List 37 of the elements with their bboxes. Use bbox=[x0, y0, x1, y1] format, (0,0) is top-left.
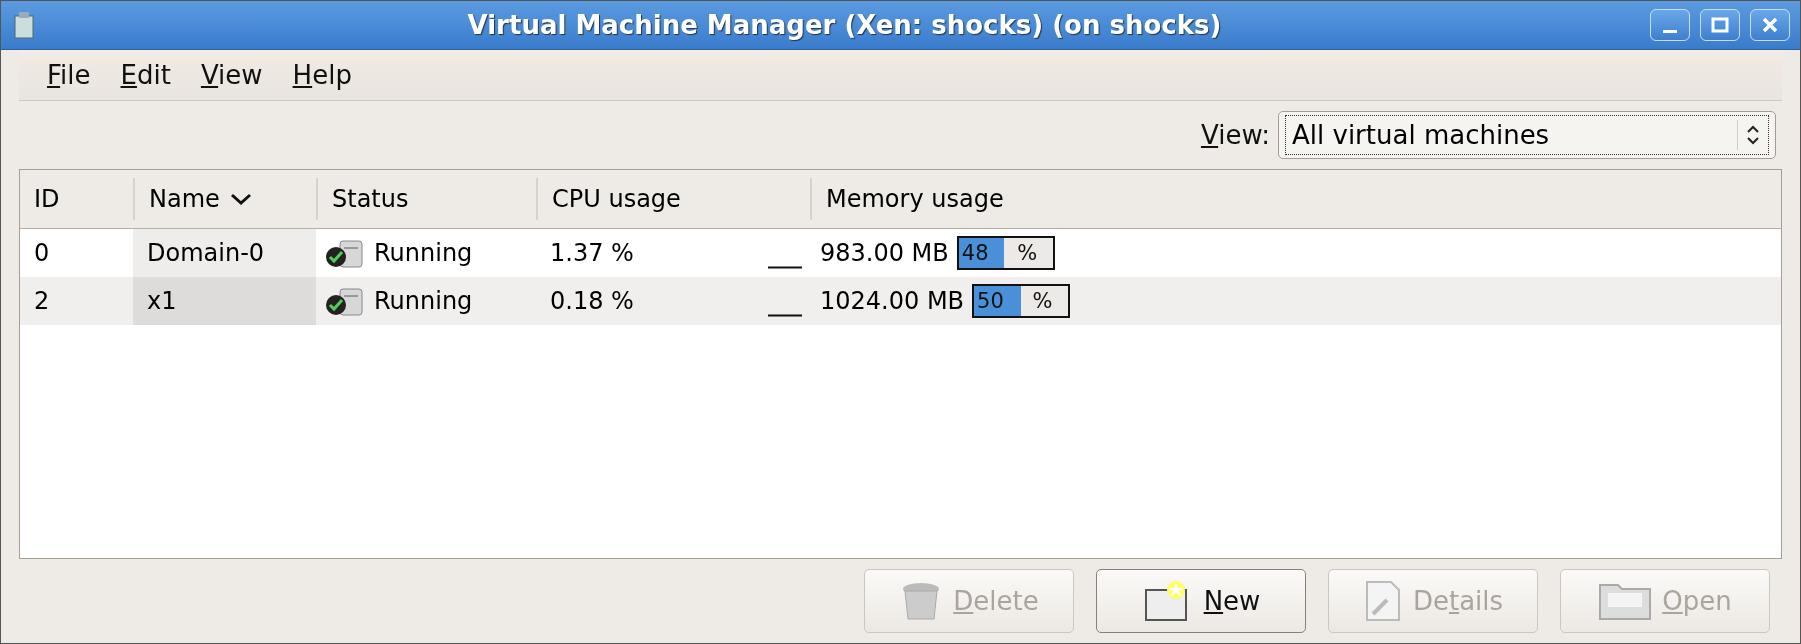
progress-reading: 48 % bbox=[960, 241, 1038, 265]
table-cell: 0.18 % bbox=[550, 287, 634, 315]
table-cell: Domain-0 bbox=[147, 239, 265, 267]
view-label: View: bbox=[1200, 120, 1270, 150]
menu-item[interactable]: File bbox=[39, 56, 99, 94]
table-cell: 2 bbox=[34, 287, 50, 315]
running-vm-icon bbox=[324, 237, 366, 269]
table-cell: 1.37 % bbox=[550, 239, 634, 267]
view-dropdown[interactable]: All virtual machines bbox=[1278, 111, 1776, 159]
column-header[interactable]: Name bbox=[149, 185, 220, 213]
column-header[interactable]: Status bbox=[332, 185, 409, 213]
close-icon bbox=[1761, 16, 1779, 34]
sort-chevron-icon bbox=[229, 192, 252, 206]
table-cell: 983.00 MB bbox=[820, 239, 949, 267]
window-title: Virtual Machine Manager (Xen: shocks) (on shocks) bbox=[466, 10, 1223, 40]
column-header[interactable]: CPU usage bbox=[552, 185, 681, 213]
table-cell: 0 bbox=[34, 239, 50, 267]
progress-reading: 50 % bbox=[976, 289, 1053, 313]
running-vm-icon bbox=[324, 285, 366, 317]
minimize-button[interactable] bbox=[1650, 9, 1690, 41]
menu-item[interactable]: Edit bbox=[112, 56, 179, 94]
column-header[interactable]: Memory usage bbox=[826, 185, 1004, 213]
menu-item[interactable]: Help bbox=[284, 56, 360, 94]
folder-icon bbox=[1598, 581, 1653, 621]
close-button[interactable] bbox=[1750, 9, 1790, 41]
cpu-sparkline bbox=[768, 266, 802, 269]
table-cell: Running bbox=[374, 287, 473, 315]
table-cell: Running bbox=[374, 239, 473, 267]
table-cell: x1 bbox=[147, 287, 177, 315]
column-header[interactable]: ID bbox=[34, 185, 60, 213]
table-cell: 1024.00 MB bbox=[820, 287, 965, 315]
menu-item[interactable]: View bbox=[192, 56, 271, 94]
maximize-button[interactable] bbox=[1700, 9, 1740, 41]
new-button[interactable]: New bbox=[1096, 569, 1306, 633]
maximize-icon bbox=[1711, 16, 1729, 34]
minimize-icon bbox=[1663, 30, 1677, 33]
cpu-sparkline bbox=[768, 314, 802, 317]
